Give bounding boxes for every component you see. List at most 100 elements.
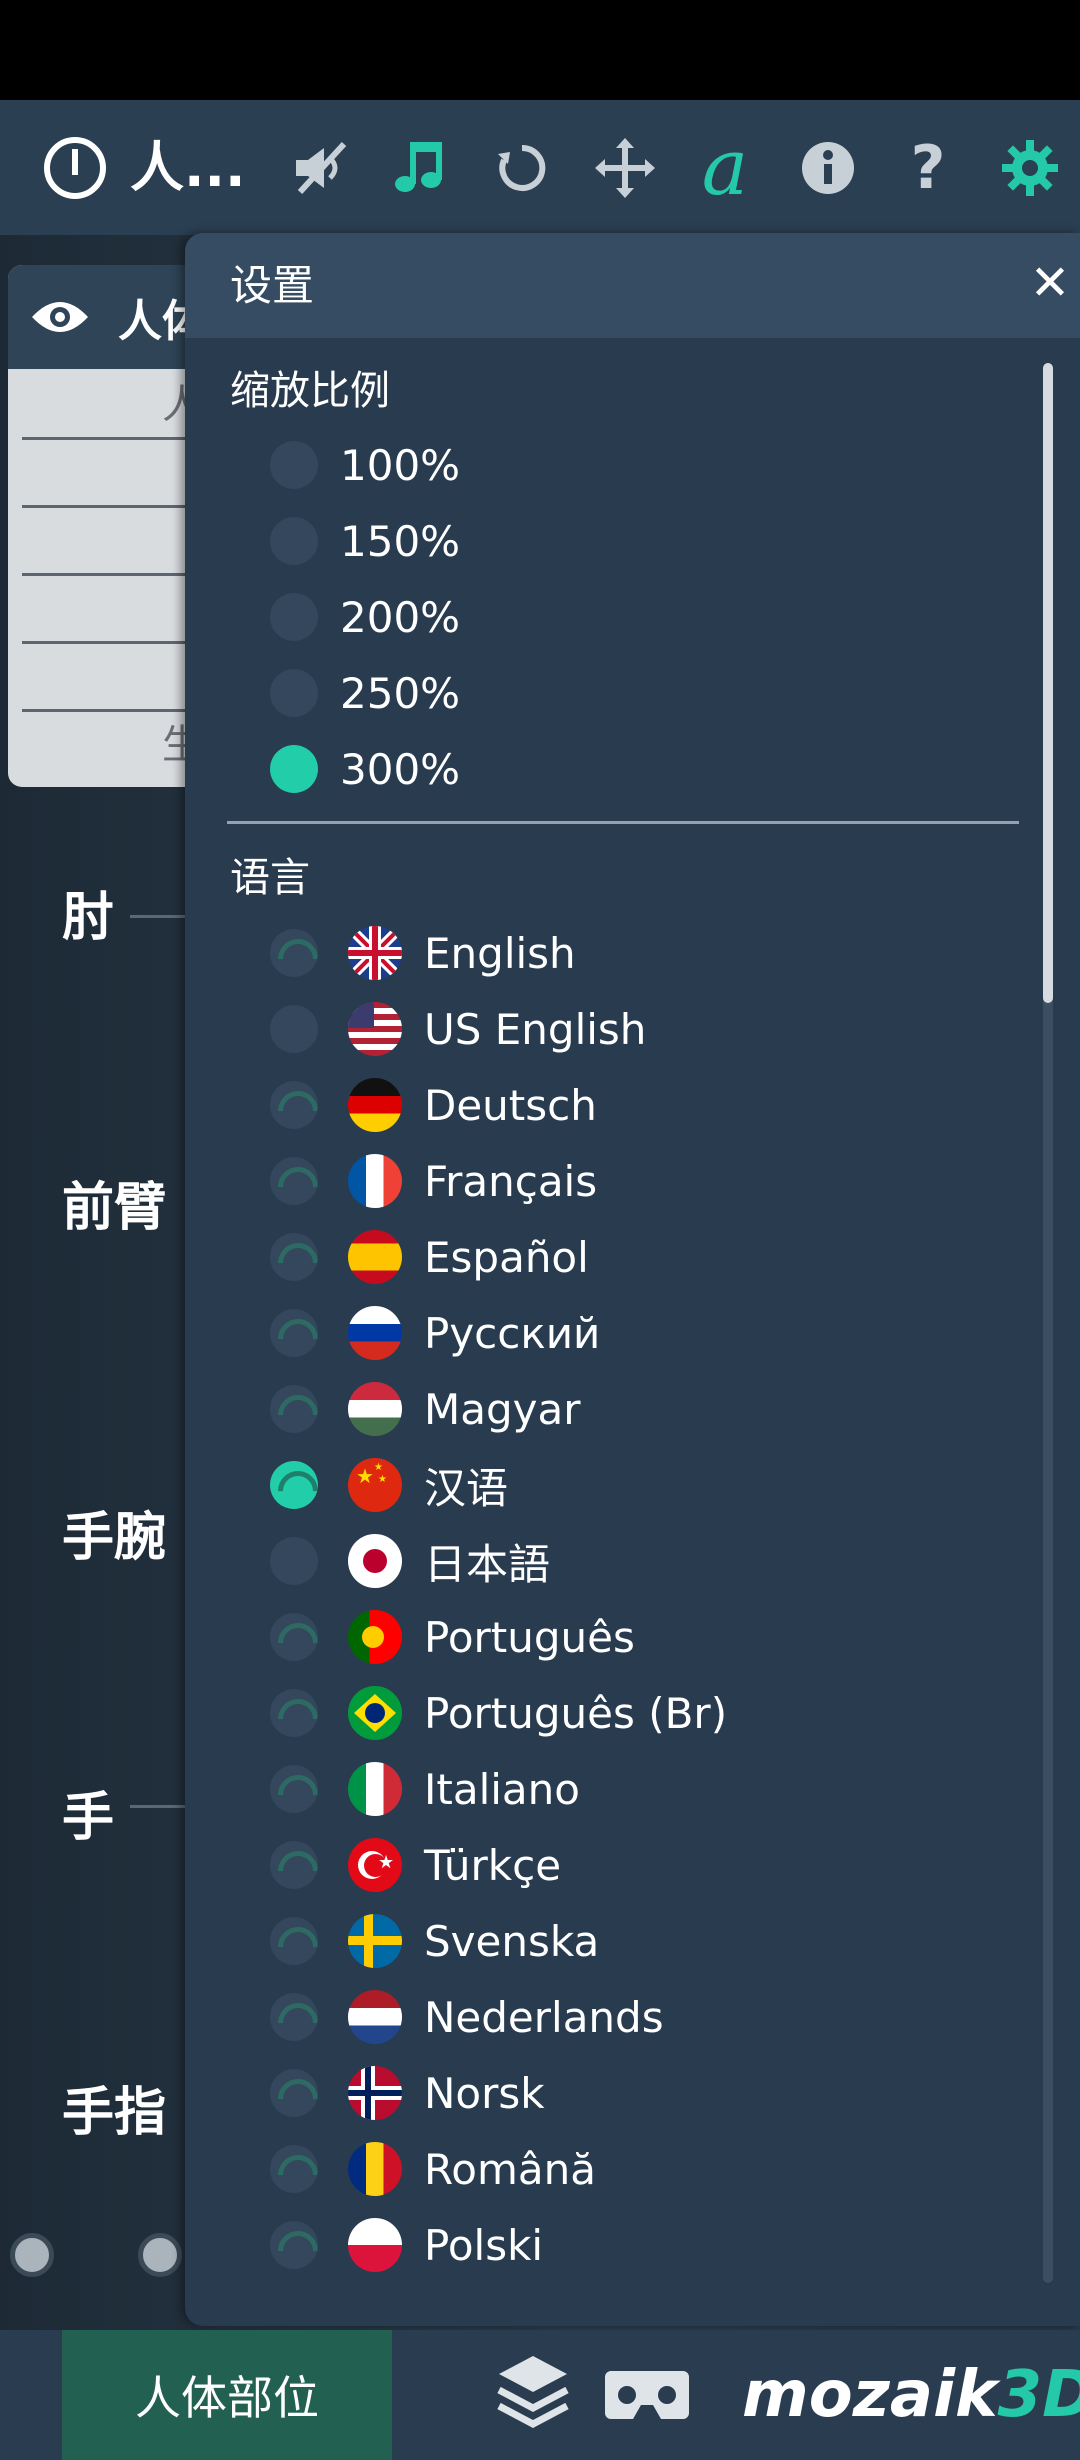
divider: [227, 821, 1019, 824]
language-option-turkce[interactable]: ★ Türkçe: [270, 1830, 561, 1900]
scale-label: 300%: [340, 744, 461, 794]
france-flag-icon: [348, 1154, 402, 1208]
radio-button[interactable]: [270, 2221, 318, 2269]
radio-button[interactable]: [270, 1537, 318, 1585]
language-option-polski[interactable]: Polski: [270, 2210, 543, 2280]
info-icon[interactable]: [793, 100, 863, 235]
layers-icon[interactable]: [495, 2352, 571, 2440]
radio-button[interactable]: [270, 441, 318, 489]
label-elbow[interactable]: 肘: [62, 875, 114, 950]
radio-button[interactable]: [270, 1385, 318, 1433]
language-option-norsk[interactable]: Norsk: [270, 2058, 545, 2128]
language-option-japanese[interactable]: 日本語: [270, 1526, 550, 1596]
language-option-nederlands[interactable]: Nederlands: [270, 1982, 664, 2052]
language-option-deutsch[interactable]: Deutsch: [270, 1070, 597, 1140]
language-label: Deutsch: [424, 1080, 597, 1130]
logo-text: mozaik: [742, 2358, 998, 2432]
radio-button[interactable]: [270, 1081, 318, 1129]
mozaik3d-logo: mozaik3D: [742, 2330, 1080, 2460]
language-option-portugues[interactable]: Português: [270, 1602, 635, 1672]
radio-button[interactable]: [270, 517, 318, 565]
language-heading: 语言: [230, 855, 310, 901]
radio-button[interactable]: [270, 1613, 318, 1661]
radio-button[interactable]: [270, 669, 318, 717]
radio-button[interactable]: [270, 1689, 318, 1737]
scene-title[interactable]: 人...: [130, 100, 246, 235]
radio-button[interactable]: [270, 1005, 318, 1053]
status-bar: [0, 0, 1080, 100]
scrollbar-thumb[interactable]: [1043, 363, 1053, 1003]
language-option-espanol[interactable]: Español: [270, 1222, 589, 1292]
language-label: Português: [424, 1612, 635, 1662]
hungary-flag-icon: [348, 1382, 402, 1436]
radio-button[interactable]: [270, 929, 318, 977]
language-option-us-english[interactable]: US English: [270, 994, 646, 1064]
settings-title: 设置: [230, 261, 315, 310]
scale-option-200[interactable]: 200%: [270, 582, 460, 652]
language-label: 日本語: [424, 1539, 551, 1589]
sweden-flag-icon: [348, 1914, 402, 1968]
eye-icon[interactable]: [30, 293, 90, 341]
germany-flag-icon: [348, 1078, 402, 1132]
settings-header: 设置 ✕: [185, 233, 1080, 338]
radio-button[interactable]: [270, 1157, 318, 1205]
language-option-magyar[interactable]: Magyar: [270, 1374, 581, 1444]
gear-icon[interactable]: [995, 100, 1065, 235]
radio-button[interactable]: [270, 2145, 318, 2193]
scale-label: 250%: [340, 668, 461, 718]
nav-dot[interactable]: [138, 2233, 182, 2277]
language-option-russian[interactable]: Русский: [270, 1298, 600, 1368]
label-fingers[interactable]: 手指: [62, 2070, 166, 2145]
scale-option-150[interactable]: 150%: [270, 506, 460, 576]
nav-dot[interactable]: [10, 2233, 54, 2277]
label-line: [130, 1805, 190, 1808]
label-hand[interactable]: 手: [62, 1775, 114, 1850]
font-icon[interactable]: a: [690, 100, 760, 235]
language-option-italiano[interactable]: Italiano: [270, 1754, 580, 1824]
reset-icon[interactable]: [487, 100, 557, 235]
radio-button[interactable]: [270, 1841, 318, 1889]
scale-option-100[interactable]: 100%: [270, 430, 460, 500]
brazil-flag-icon: [348, 1686, 402, 1740]
power-icon[interactable]: [40, 100, 110, 235]
language-label: Română: [424, 2144, 596, 2194]
language-option-portugues-br[interactable]: Português (Br): [270, 1678, 727, 1748]
radio-button[interactable]: [270, 1993, 318, 2041]
tab-body-parts[interactable]: 人体部位: [62, 2330, 392, 2460]
language-label: Türkçe: [424, 1840, 562, 1890]
label-forearm[interactable]: 前臂: [62, 1165, 166, 1240]
language-option-francais[interactable]: Français: [270, 1146, 597, 1216]
language-option-romana[interactable]: Română: [270, 2134, 596, 2204]
radio-button[interactable]: [270, 1233, 318, 1281]
scale-option-300[interactable]: 300%: [270, 734, 460, 804]
language-label: Magyar: [424, 1384, 581, 1434]
radio-button[interactable]: [270, 2069, 318, 2117]
italy-flag-icon: [348, 1762, 402, 1816]
language-label: Русский: [424, 1308, 601, 1358]
language-label: Español: [424, 1232, 589, 1282]
language-option-svenska[interactable]: Svenska: [270, 1906, 599, 1976]
radio-button-selected[interactable]: [270, 1461, 318, 1509]
radio-button-selected[interactable]: [270, 745, 318, 793]
radio-button[interactable]: [270, 1309, 318, 1357]
radio-button[interactable]: [270, 1917, 318, 1965]
language-label: Nederlands: [424, 1992, 664, 2042]
help-icon[interactable]: ?: [893, 100, 963, 235]
language-label: 汉语: [424, 1463, 509, 1513]
move-icon[interactable]: [590, 100, 660, 235]
romania-flag-icon: [348, 2142, 402, 2196]
scale-option-250[interactable]: 250%: [270, 658, 460, 728]
scale-label: 200%: [340, 592, 461, 642]
close-icon[interactable]: ✕: [1020, 253, 1080, 313]
mute-icon[interactable]: [285, 100, 355, 235]
music-icon[interactable]: [385, 100, 455, 235]
language-option-chinese[interactable]: ★ ★ ★ 汉语: [270, 1450, 508, 1520]
radio-button[interactable]: [270, 593, 318, 641]
radio-button[interactable]: [270, 1765, 318, 1813]
japan-flag-icon: [348, 1534, 402, 1588]
label-wrist[interactable]: 手腕: [62, 1495, 166, 1570]
spain-flag-icon: [348, 1230, 402, 1284]
vr-headset-icon[interactable]: [605, 2365, 689, 2429]
bottom-bar: 人体部位 mozaik3D: [0, 2330, 1080, 2460]
language-option-english[interactable]: English: [270, 918, 576, 988]
